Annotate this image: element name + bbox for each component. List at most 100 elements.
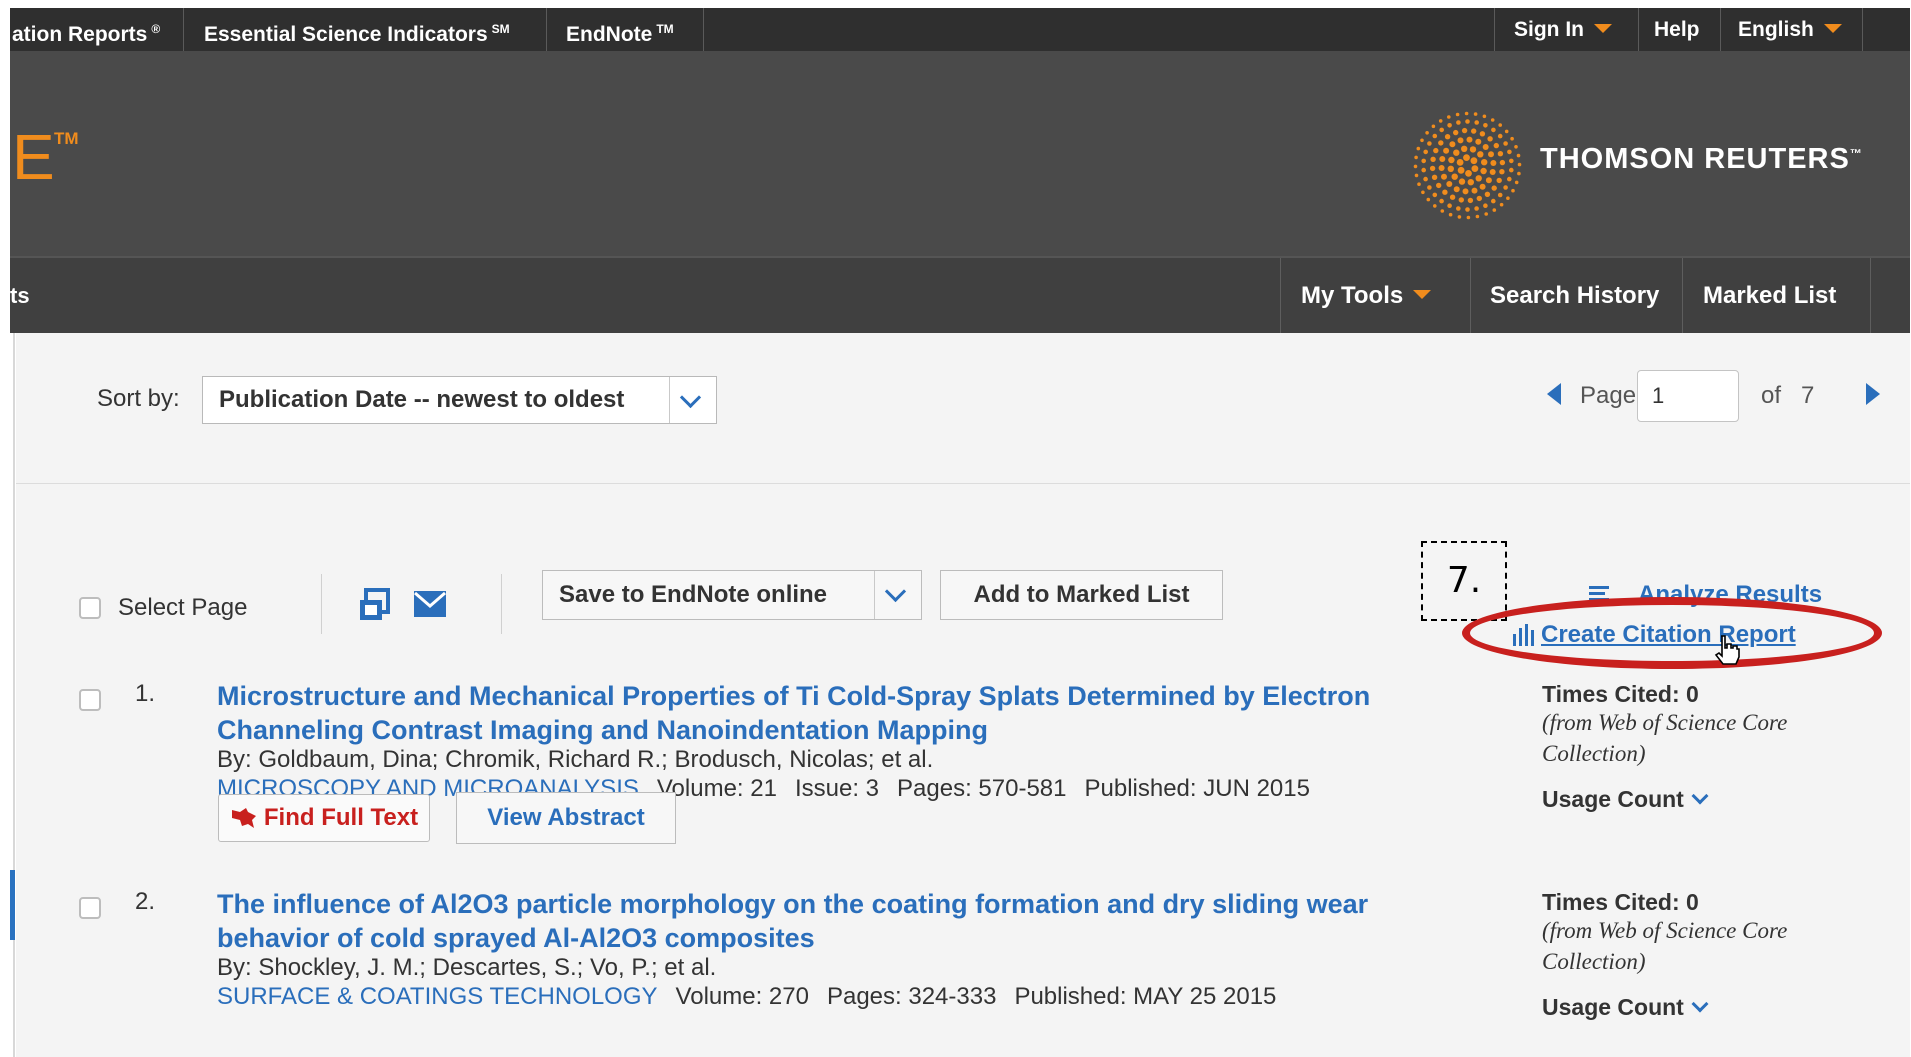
caret-down-icon [1413, 290, 1432, 300]
step-annotation: 7. [1421, 541, 1507, 621]
results-content: Sort by: Publication Date -- newest to o… [16, 333, 1910, 1057]
product-separator [1862, 8, 1863, 51]
product-logo[interactable]: E [12, 125, 55, 189]
brand-text: THOMSON REUTERS [1540, 143, 1850, 175]
product-link-citation-reports[interactable]: ation Reports ® [12, 8, 160, 51]
language-menu[interactable]: English [1738, 8, 1842, 51]
select-page-checkbox[interactable] [79, 597, 101, 619]
record-authors: By: Shockley, J. M.; Descartes, S.; Vo, … [217, 954, 717, 981]
results-list: Select Page Save to EndNote online Add t… [16, 484, 1910, 1057]
product-label: ation Reports [12, 23, 148, 46]
record-pages: Pages: 324-333 [826, 983, 997, 1010]
record-published: Published: MAY 25 2015 [1014, 983, 1277, 1010]
usage-count-toggle[interactable]: Usage Count [1542, 994, 1709, 1021]
record-checkbox[interactable] [79, 689, 101, 711]
find-full-text-label: Find Full Text [263, 804, 419, 831]
thomson-reuters-brand: THOMSON REUTERS™ [1540, 143, 1863, 176]
left-border [13, 333, 15, 1057]
nav-separator [1682, 258, 1683, 333]
record-checkbox[interactable] [79, 897, 101, 919]
find-full-text-button[interactable]: Find Full Text [218, 794, 430, 842]
sort-select[interactable]: Publication Date -- newest to oldest [202, 376, 717, 424]
save-dropdown-toggle[interactable] [874, 571, 921, 619]
chevron-down-icon [884, 580, 907, 603]
sort-bar: Sort by: Publication Date -- newest to o… [16, 333, 1910, 484]
product-separator [546, 8, 547, 51]
caret-down-icon [1823, 23, 1842, 33]
product-bar: ation Reports ® Essential Science Indicat… [10, 8, 1910, 51]
record-issue: Issue: 3 [794, 775, 880, 802]
record-pages: Pages: 570-581 [897, 775, 1067, 802]
page-total: of 7 [1761, 382, 1814, 410]
left-selection-marker [10, 870, 15, 940]
product-label: EndNote [566, 23, 653, 46]
help-label: Help [1654, 18, 1700, 41]
sort-selected-value: Publication Date -- newest to oldest [219, 386, 625, 413]
product-separator [1638, 8, 1639, 51]
record-authors: By: Goldbaum, Dina; Chromik, Richard R.;… [217, 746, 934, 773]
nav-separator [1280, 258, 1281, 333]
usage-count-toggle[interactable]: Usage Count [1542, 786, 1709, 813]
product-logo-tm: TM [54, 129, 79, 148]
highlight-ellipse [1462, 597, 1882, 669]
sign-in-menu[interactable]: Sign In [1514, 8, 1612, 51]
times-cited-source: (from Web of Science Core Collection) [1542, 710, 1788, 766]
save-to-endnote-button[interactable]: Save to EndNote online [542, 570, 922, 620]
times-cited: Times Cited: 0 [1542, 889, 1699, 915]
main-nav: ts My Tools Search History Marked List [10, 256, 1910, 333]
next-page-icon[interactable] [1866, 383, 1880, 405]
page-total-value: 7 [1801, 382, 1815, 409]
print-icon[interactable] [358, 588, 392, 622]
find-full-text-icon [231, 807, 256, 828]
product-mark: ® [151, 22, 161, 36]
product-mark: TM [656, 22, 674, 36]
select-page-label: Select Page [118, 594, 248, 621]
record-journal-link[interactable]: SURFACE & COATINGS TECHNOLOGY [217, 983, 658, 1010]
record-volume: Volume: 270 [675, 983, 809, 1010]
product-link-endnote[interactable]: EndNote TM [566, 8, 674, 51]
times-cited-source: (from Web of Science Core Collection) [1542, 918, 1788, 974]
hand-cursor-icon [1714, 635, 1740, 665]
record-title-link[interactable]: The influence of Al2O3 particle morpholo… [217, 887, 1427, 955]
product-link-essential-science-indicators[interactable]: Essential Science Indicators SM [204, 8, 510, 51]
view-abstract-button[interactable]: View Abstract [456, 792, 676, 844]
chevron-down-icon [679, 386, 702, 409]
site-header: E TM THOMSON REUTERS™ [10, 51, 1910, 256]
usage-count-label: Usage Count [1542, 994, 1684, 1020]
previous-page-icon[interactable] [1547, 383, 1561, 405]
page-number-input[interactable] [1637, 370, 1739, 422]
help-link[interactable]: Help [1654, 8, 1700, 51]
product-label: Essential Science Indicators [204, 23, 488, 46]
email-icon[interactable] [414, 591, 446, 617]
add-to-marked-list-button[interactable]: Add to Marked List [940, 570, 1223, 620]
product-separator [1720, 8, 1721, 51]
toolbar-separator [321, 574, 322, 634]
nav-item-search-history[interactable]: Search History [1490, 258, 1659, 333]
thomson-reuters-logo-icon [1413, 111, 1522, 220]
nav-item-results[interactable]: ts [10, 258, 30, 333]
web-of-science-results-page: ation Reports ® Essential Science Indicat… [0, 0, 1911, 1057]
language-label: English [1738, 18, 1814, 41]
save-to-endnote-label: Save to EndNote online [559, 581, 828, 608]
toolbar-separator [501, 574, 502, 634]
page-label: Page [1580, 382, 1637, 409]
sort-dropdown-toggle[interactable] [669, 377, 716, 423]
product-separator [183, 8, 184, 51]
nav-label: My Tools [1301, 282, 1404, 309]
nav-separator [1870, 258, 1871, 333]
chevron-down-icon [1691, 995, 1709, 1013]
record-title-link[interactable]: Microstructure and Mechanical Properties… [217, 679, 1427, 747]
record-source: SURFACE & COATINGS TECHNOLOGY Volume: 270… [217, 983, 1276, 1011]
product-mark: SM [491, 22, 510, 36]
caret-down-icon [1594, 23, 1612, 33]
chevron-down-icon [1691, 787, 1709, 805]
record-number: 2. [135, 888, 156, 915]
product-separator [703, 8, 704, 51]
nav-item-marked-list[interactable]: Marked List [1703, 258, 1836, 333]
page-of-label: of [1761, 382, 1782, 409]
sort-label: Sort by: [97, 385, 180, 412]
usage-count-label: Usage Count [1542, 786, 1684, 812]
brand-tm: ™ [1849, 146, 1863, 161]
nav-separator [1470, 258, 1471, 333]
nav-item-my-tools[interactable]: My Tools [1301, 258, 1432, 333]
